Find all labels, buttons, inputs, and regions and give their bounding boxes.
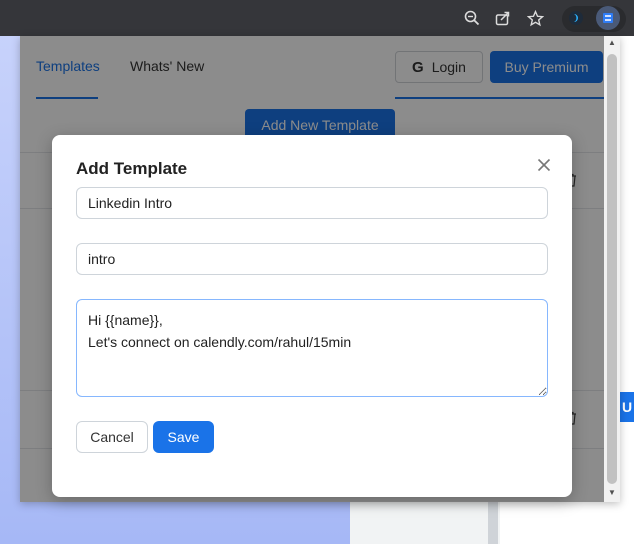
scroll-up-icon[interactable]: ▲ (607, 38, 617, 47)
browser-toolbar (0, 0, 634, 36)
save-button[interactable]: Save (153, 421, 214, 453)
close-button[interactable] (532, 153, 556, 177)
template-body-textarea[interactable]: Hi {{name}}, Let's connect on calendly.c… (76, 299, 548, 397)
star-icon[interactable] (525, 8, 545, 28)
templates-extension-icon[interactable] (596, 6, 620, 30)
add-template-modal: Add Template Hi {{name}}, Let's connect … (52, 135, 572, 497)
scroll-down-icon[interactable]: ▼ (607, 488, 617, 497)
template-shortcut-input[interactable] (76, 243, 548, 275)
page-divider (488, 500, 498, 544)
zoom-icon[interactable] (462, 8, 482, 28)
share-icon[interactable] (493, 8, 513, 28)
cancel-button[interactable]: Cancel (76, 421, 148, 453)
modal-title: Add Template (76, 159, 188, 178)
extension-icon[interactable] (566, 8, 586, 28)
scrollbar-thumb[interactable] (607, 54, 617, 484)
template-name-input[interactable] (76, 187, 548, 219)
close-icon (537, 158, 551, 172)
